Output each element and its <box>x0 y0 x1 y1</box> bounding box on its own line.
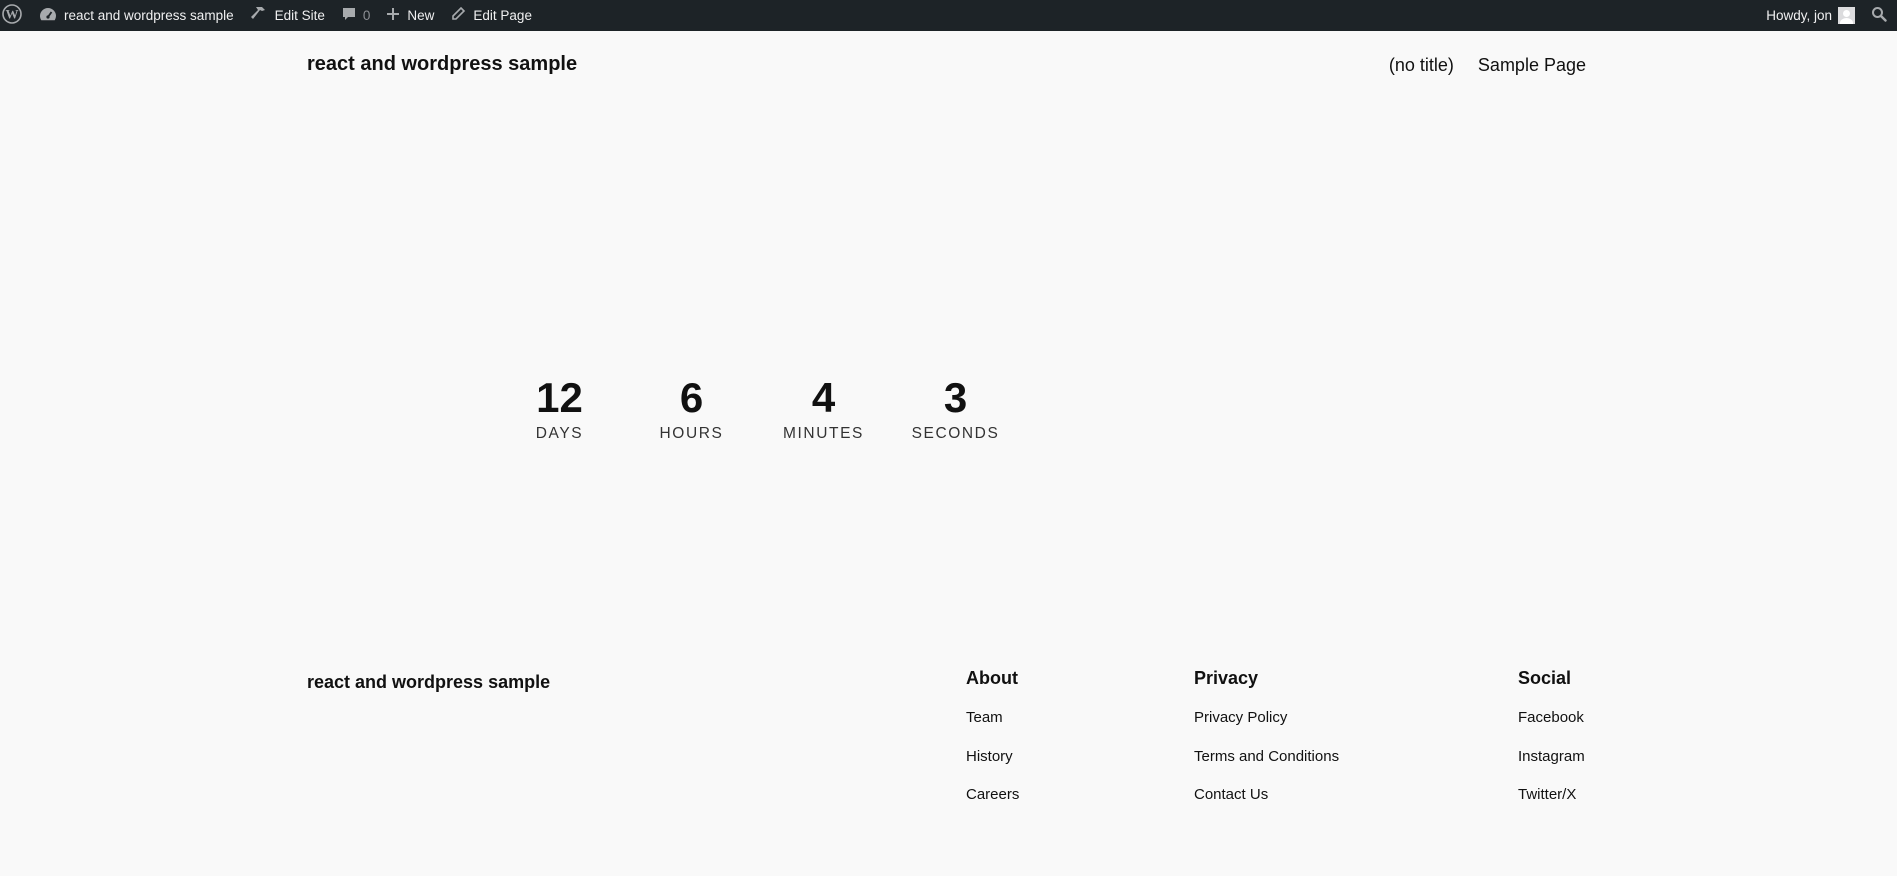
plus-icon <box>386 7 400 24</box>
countdown-hours: 6 HOURS <box>626 372 758 443</box>
pencil-icon <box>450 6 466 25</box>
footer-link-facebook[interactable]: Facebook <box>1518 709 1585 748</box>
footer-column-about: About Team History Careers <box>966 668 1019 825</box>
seconds-value: 3 <box>943 374 968 421</box>
footer-link-twitter[interactable]: Twitter/X <box>1518 786 1585 825</box>
search-menu[interactable] <box>1865 0 1897 31</box>
footer-link-instagram[interactable]: Instagram <box>1518 748 1585 787</box>
hammer-icon <box>250 5 268 26</box>
seconds-label: SECONDS <box>911 425 1000 442</box>
new-content-menu[interactable]: New <box>378 0 442 31</box>
avatar <box>1838 7 1855 24</box>
my-account-menu[interactable]: Howdy, jon <box>1758 0 1865 31</box>
nav-item-sample-page[interactable]: Sample Page <box>1478 55 1586 76</box>
comment-icon <box>341 6 357 25</box>
primary-nav: (no title) Sample Page <box>1389 55 1586 76</box>
days-value: 12 <box>536 374 583 421</box>
footer-heading-social: Social <box>1518 668 1572 688</box>
footer-heading-privacy: Privacy <box>1194 668 1259 688</box>
footer-heading-about: About <box>966 668 1018 688</box>
countdown-seconds: 3 SECONDS <box>890 372 1022 443</box>
footer-link-contact[interactable]: Contact Us <box>1194 786 1339 825</box>
minutes-label: MINUTES <box>783 425 864 442</box>
wordpress-icon: W <box>2 4 22 27</box>
edit-site-label: Edit Site <box>274 8 325 23</box>
site-name-label: react and wordpress sample <box>64 8 234 23</box>
edit-page-menu[interactable]: Edit Page <box>442 0 540 31</box>
howdy-label: Howdy, jon <box>1766 8 1832 23</box>
countdown-minutes: 4 MINUTES <box>758 372 890 443</box>
new-label: New <box>407 8 435 23</box>
footer-column-privacy: Privacy Privacy Policy Terms and Conditi… <box>1194 668 1339 825</box>
edit-site-menu[interactable]: Edit Site <box>242 0 333 31</box>
footer-column-social: Social Facebook Instagram Twitter/X <box>1518 668 1585 825</box>
hours-value: 6 <box>679 374 704 421</box>
svg-text:W: W <box>6 7 19 22</box>
search-icon <box>1871 6 1887 25</box>
nav-item-no-title[interactable]: (no title) <box>1389 55 1454 76</box>
site-title[interactable]: react and wordpress sample <box>307 53 577 76</box>
footer-link-terms[interactable]: Terms and Conditions <box>1194 748 1339 787</box>
edit-page-label: Edit Page <box>473 8 532 23</box>
countdown-timer: 12 DAYS 6 HOURS 4 MINUTES 3 SECONDS <box>0 372 1897 443</box>
footer-link-privacy-policy[interactable]: Privacy Policy <box>1194 709 1339 748</box>
site-name-menu[interactable]: react and wordpress sample <box>31 0 242 31</box>
minutes-value: 4 <box>811 374 836 421</box>
countdown-days: 12 DAYS <box>494 372 626 443</box>
footer-link-team[interactable]: Team <box>966 709 1019 748</box>
comments-count: 0 <box>362 8 371 23</box>
wordpress-menu[interactable]: W <box>0 0 31 31</box>
footer-site-title[interactable]: react and wordpress sample <box>307 672 550 693</box>
footer-link-careers[interactable]: Careers <box>966 786 1019 825</box>
hours-label: HOURS <box>659 425 724 442</box>
dashboard-icon <box>39 6 57 25</box>
days-label: DAYS <box>535 425 584 442</box>
footer-link-history[interactable]: History <box>966 748 1019 787</box>
admin-bar: W react and wordpress sample Edit Site 0… <box>0 0 1897 31</box>
comments-menu[interactable]: 0 <box>333 0 379 31</box>
